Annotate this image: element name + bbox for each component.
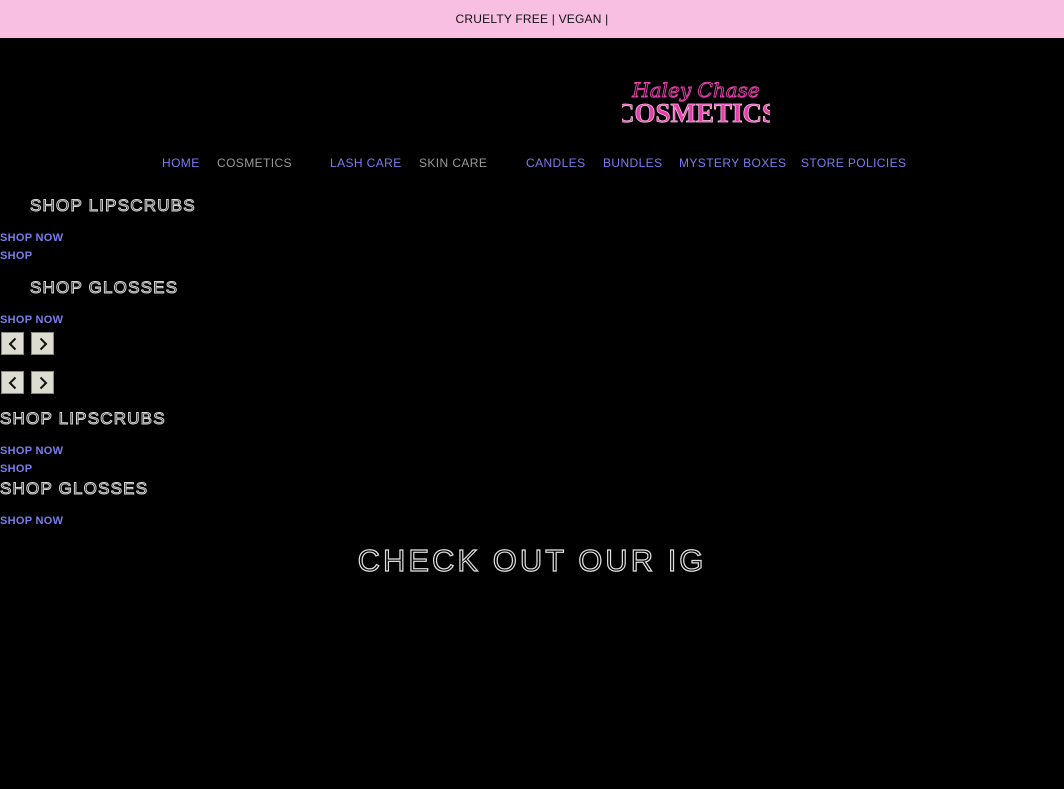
slide-heading-lipscrubs: SHOP LIPSCRUBS: [0, 409, 166, 429]
shop-link[interactable]: SHOP: [0, 250, 32, 262]
slider-next-button[interactable]: [31, 332, 54, 355]
instagram-section-heading: CHECK OUT OUR IG: [357, 542, 707, 578]
announcement-bar: CRUELTY FREE | VEGAN |: [0, 0, 1064, 38]
chevron-right-icon: [39, 337, 47, 350]
announcement-text: CRUELTY FREE | VEGAN |: [455, 12, 609, 26]
shop-now-link[interactable]: SHOP NOW: [0, 232, 63, 244]
nav-item-skin-care[interactable]: SKIN CARE: [419, 156, 487, 170]
shop-now-link[interactable]: SHOP NOW: [0, 515, 63, 527]
slide-heading-glosses: SHOP GLOSSES: [0, 479, 149, 499]
slider-next-button[interactable]: [31, 371, 54, 394]
shop-now-link[interactable]: SHOP NOW: [0, 445, 63, 457]
nav-item-lash-care[interactable]: LASH CARE: [330, 156, 402, 170]
svg-text:COSMETICS: COSMETICS: [622, 98, 770, 128]
chevron-right-icon: [39, 376, 47, 389]
slide-heading-lipscrubs: SHOP LIPSCRUBS: [30, 196, 196, 216]
chevron-left-icon: [8, 337, 16, 350]
nav-item-home[interactable]: HOME: [162, 156, 200, 170]
slider-prev-button[interactable]: [1, 371, 24, 394]
nav-item-store-policies[interactable]: STORE POLICIES: [801, 156, 906, 170]
shop-now-link[interactable]: SHOP NOW: [0, 314, 63, 326]
nav-item-mystery-boxes[interactable]: MYSTERY BOXES: [679, 156, 786, 170]
shop-link[interactable]: SHOP: [0, 463, 32, 475]
nav-item-bundles[interactable]: BUNDLES: [603, 156, 662, 170]
main-nav: HOME COSMETICS LASH CARE SKIN CARE CANDL…: [0, 156, 1064, 172]
nav-item-candles[interactable]: CANDLES: [526, 156, 585, 170]
chevron-left-icon: [8, 376, 16, 389]
store-logo[interactable]: Haley Chase COSMETICS: [615, 70, 778, 129]
slide-heading-glosses: SHOP GLOSSES: [29, 278, 179, 298]
nav-item-cosmetics[interactable]: COSMETICS: [217, 156, 292, 170]
slider-prev-button[interactable]: [1, 332, 24, 355]
logo-image: Haley Chase COSMETICS: [615, 78, 778, 129]
